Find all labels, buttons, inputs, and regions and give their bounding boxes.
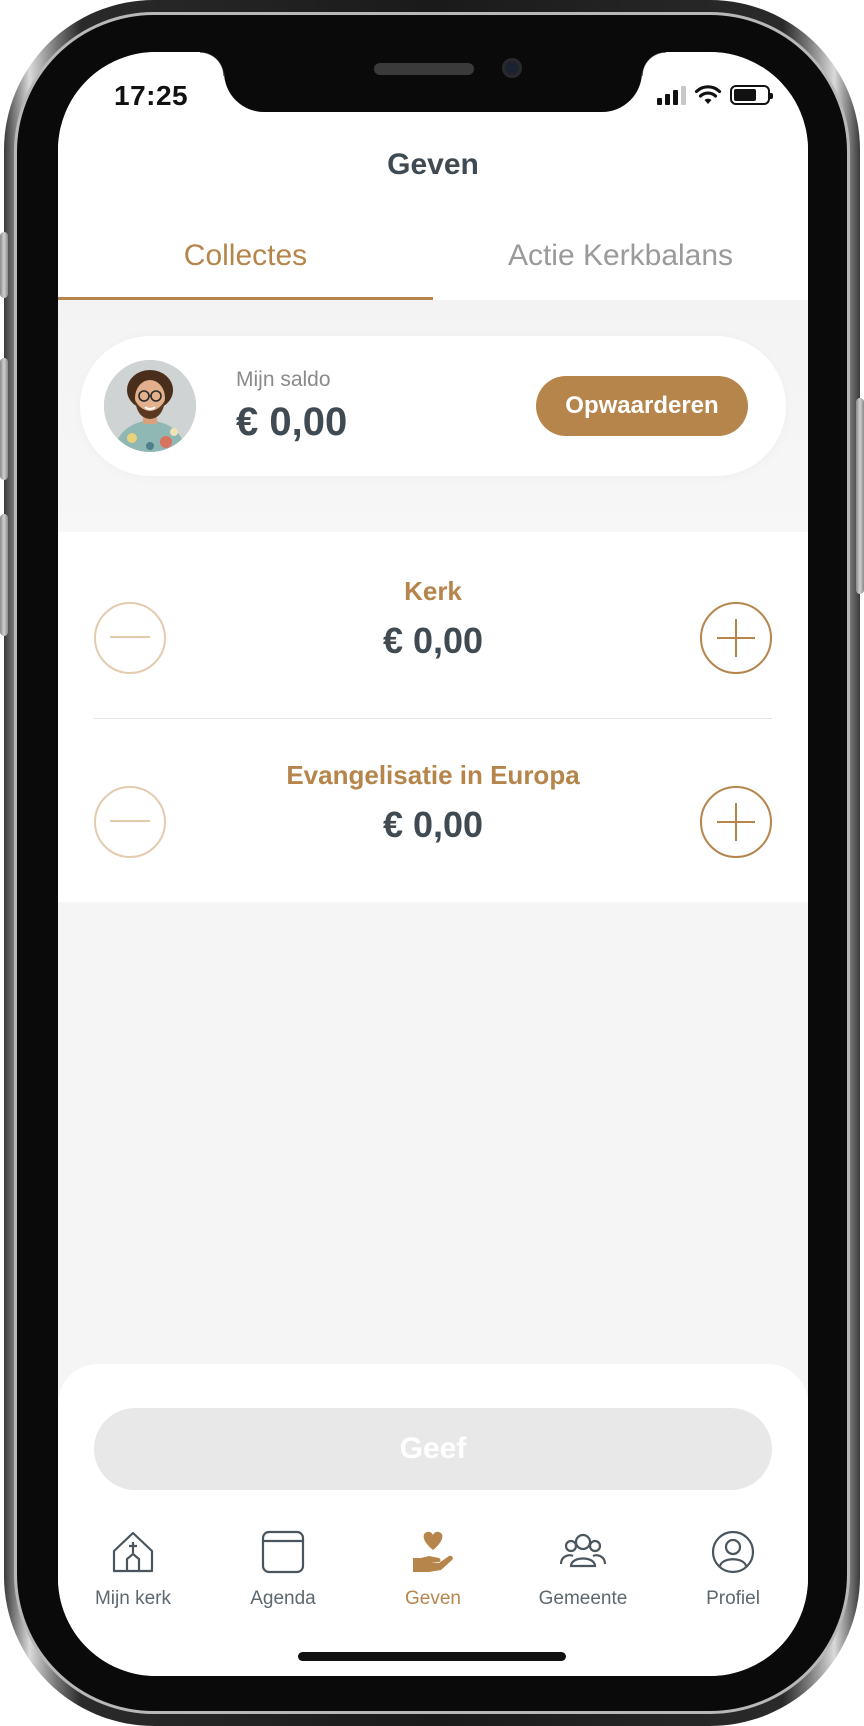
phone-side-button — [0, 232, 8, 298]
saldo-card: Mijn saldo € 0,00 Opwaarderen — [80, 336, 786, 476]
plus-icon — [717, 619, 755, 657]
nav-item-gemeente[interactable]: Gemeente — [508, 1526, 658, 1636]
tab-collectes[interactable]: Collectes — [58, 212, 433, 300]
giving-hand-heart-icon — [407, 1526, 459, 1578]
saldo-section: Mijn saldo € 0,00 Opwaarderen — [58, 300, 808, 532]
plus-icon — [717, 803, 755, 841]
phone-volume-down-button — [0, 514, 8, 636]
bottom-navigation: Mijn kerk Agenda Geven Gemeente Profiel — [58, 1526, 808, 1636]
collect-name: Evangelisatie in Europa — [286, 760, 580, 790]
topup-button[interactable]: Opwaarderen — [536, 376, 748, 436]
saldo-amount: € 0,00 — [236, 400, 348, 444]
phone-power-button — [856, 398, 864, 594]
increase-button[interactable] — [700, 786, 772, 858]
community-group-icon — [557, 1526, 609, 1578]
collect-amount: € 0,00 — [382, 620, 484, 661]
collect-amount: € 0,00 — [382, 804, 484, 845]
nav-item-geven[interactable]: Geven — [358, 1526, 508, 1636]
collect-list: Kerk € 0,00 Evangelisatie in Europa € 0,… — [58, 532, 808, 902]
nav-label: Mijn kerk — [94, 1588, 171, 1609]
church-icon — [107, 1526, 159, 1578]
page-header: Geven — [58, 122, 808, 212]
front-camera — [502, 58, 522, 78]
cellular-signal-icon — [657, 85, 686, 105]
phone-volume-up-button — [0, 358, 8, 480]
collect-name: Kerk — [404, 576, 462, 606]
app-screen: 17:25 Geven Collectes Actie Kerkbalans M… — [58, 52, 808, 1676]
increase-button[interactable] — [700, 602, 772, 674]
status-time: 17:25 — [114, 80, 189, 111]
give-button[interactable]: Geef — [94, 1408, 772, 1490]
nav-item-profiel[interactable]: Profiel — [658, 1526, 808, 1636]
saldo-label: Mijn saldo — [236, 368, 331, 391]
status-icons — [657, 84, 773, 106]
collect-row-kerk: Kerk € 0,00 — [58, 532, 808, 718]
speaker-grille — [374, 63, 474, 75]
nav-label: Gemeente — [538, 1588, 628, 1609]
nav-item-agenda[interactable]: Agenda — [208, 1526, 358, 1636]
tab-actie-kerkbalans[interactable]: Actie Kerkbalans — [433, 212, 808, 300]
battery-icon — [730, 85, 773, 105]
nav-label: Agenda — [250, 1588, 316, 1609]
notch — [200, 52, 666, 112]
home-indicator[interactable] — [298, 1652, 566, 1661]
tab-bar-top: Collectes Actie Kerkbalans — [58, 212, 808, 300]
avatar[interactable] — [104, 360, 196, 452]
profile-icon — [707, 1526, 759, 1578]
collect-row-evangelisatie: Evangelisatie in Europa € 0,00 — [58, 718, 808, 904]
nav-item-mijn-kerk[interactable]: Mijn kerk — [58, 1526, 208, 1636]
page-title: Geven — [387, 148, 479, 181]
nav-label: Geven — [405, 1588, 461, 1609]
bottom-panel: Geef Mijn kerk Agenda Geven Gemeente Pro… — [58, 1364, 808, 1676]
calendar-icon — [257, 1526, 309, 1578]
nav-label: Profiel — [706, 1588, 760, 1609]
wifi-icon — [694, 85, 722, 104]
